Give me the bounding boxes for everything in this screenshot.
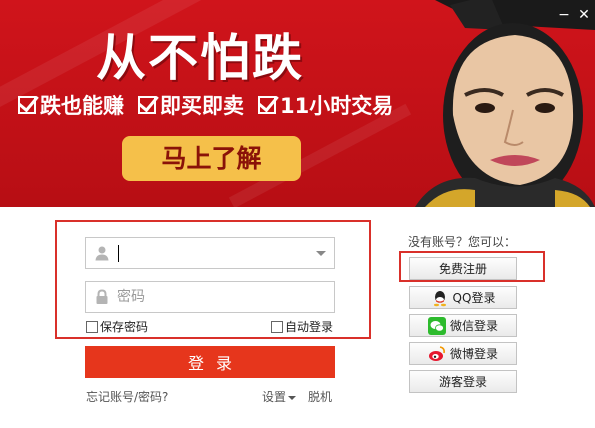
wechat-login-button[interactable]: 微信登录 bbox=[409, 314, 517, 337]
wechat-icon bbox=[427, 316, 446, 335]
guest-login-label: 游客登录 bbox=[438, 375, 487, 389]
qq-icon bbox=[433, 290, 446, 306]
text-caret bbox=[118, 245, 119, 262]
banner-feature: 11小时交易 bbox=[258, 90, 393, 120]
caret-down-icon bbox=[288, 395, 297, 400]
remember-password-checkbox[interactable] bbox=[86, 320, 98, 333]
wechat-login-label: 微信登录 bbox=[449, 319, 498, 333]
checkbox-icon bbox=[258, 96, 276, 114]
banner-feature: 即买即卖 bbox=[138, 90, 244, 120]
close-button[interactable]: ✕ bbox=[575, 6, 593, 24]
banner-feature-label: 即买即卖 bbox=[160, 94, 244, 118]
remember-password-label: 保存密码 bbox=[100, 320, 149, 334]
learn-more-button[interactable]: 马上了解 bbox=[122, 136, 301, 181]
username-input[interactable] bbox=[117, 238, 307, 268]
banner-feature-label: 跌也能赚 bbox=[40, 94, 124, 118]
no-account-hint: 没有账号？您可以： bbox=[408, 235, 517, 249]
banner-portrait bbox=[415, 0, 595, 207]
weibo-login-label: 微博登录 bbox=[449, 347, 498, 361]
checkbox-icon bbox=[18, 96, 36, 114]
auto-login-option[interactable]: 自动登录 bbox=[271, 318, 333, 335]
auto-login-checkbox[interactable] bbox=[271, 320, 283, 333]
weibo-login-button[interactable]: 微博登录 bbox=[409, 342, 517, 365]
login-button[interactable]: 登录 bbox=[85, 346, 335, 378]
remember-password-option[interactable]: 保存密码 bbox=[86, 318, 148, 335]
user-icon bbox=[95, 246, 109, 261]
guest-login-button[interactable]: 游客登录 bbox=[409, 370, 517, 393]
banner-headline: 从不怕跌 bbox=[96, 28, 304, 87]
promo-banner[interactable]: 从不怕跌 跌也能赚 即买即卖 11小时交易 马上了解 − ✕ bbox=[0, 0, 595, 207]
banner-feature: 跌也能赚 bbox=[18, 90, 124, 120]
qq-login-button[interactable]: QQ登录 bbox=[409, 286, 517, 309]
banner-features: 跌也能赚 即买即卖 11小时交易 bbox=[18, 90, 393, 120]
minimize-button[interactable]: − bbox=[555, 6, 573, 24]
auto-login-label: 自动登录 bbox=[285, 320, 334, 334]
forgot-account-link[interactable]: 忘记账号/密码? bbox=[86, 388, 168, 405]
password-input[interactable] bbox=[117, 282, 307, 312]
banner-feature-label: 11小时交易 bbox=[280, 94, 394, 118]
offline-link[interactable]: 脱机 bbox=[308, 388, 332, 405]
qq-login-label: QQ登录 bbox=[452, 291, 496, 305]
lock-icon bbox=[96, 289, 108, 304]
username-field[interactable] bbox=[85, 237, 335, 269]
checkbox-icon bbox=[138, 96, 156, 114]
settings-menu[interactable]: 设置 bbox=[262, 388, 297, 405]
settings-label: 设置 bbox=[262, 390, 287, 404]
password-field[interactable] bbox=[85, 281, 335, 313]
chevron-down-icon[interactable] bbox=[316, 251, 326, 256]
register-label: 免费注册 bbox=[438, 262, 487, 276]
weibo-icon bbox=[428, 345, 445, 361]
register-button[interactable]: 免费注册 bbox=[409, 257, 517, 280]
